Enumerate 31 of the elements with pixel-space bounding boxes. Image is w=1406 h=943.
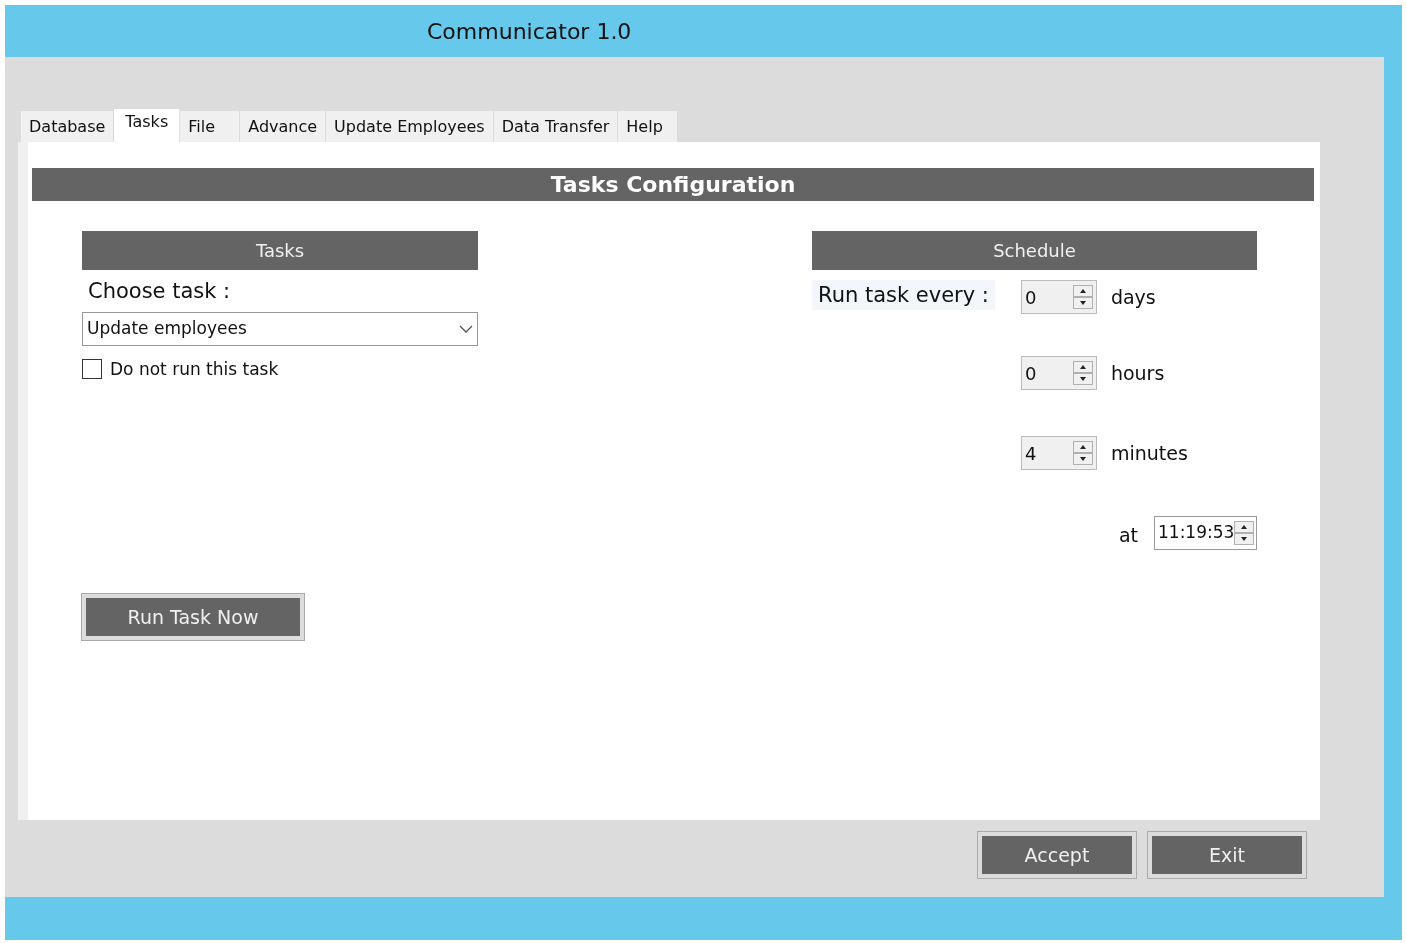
number-spinner[interactable]: 4	[1020, 436, 1097, 470]
tab[interactable]: Data Transfer	[493, 111, 619, 142]
tab[interactable]: File	[180, 111, 241, 142]
task-dropdown[interactable]: Update employees	[82, 311, 478, 346]
window-title: Communicator 1.0	[427, 17, 632, 46]
tab[interactable]: Update Employees	[326, 111, 494, 142]
tab[interactable]: Help	[618, 111, 679, 142]
time-spinner[interactable]: 11:19:53	[1154, 516, 1257, 550]
number-spinner[interactable]: 0	[1020, 356, 1097, 390]
run-task-now-button[interactable]: Run Task Now	[82, 594, 304, 640]
spin-buttons-icon[interactable]	[1234, 521, 1255, 545]
tab[interactable]: Advance	[240, 111, 327, 142]
unit-label: days	[1110, 284, 1156, 310]
unit-label: minutes	[1110, 440, 1188, 466]
spin-buttons-icon[interactable]	[1072, 361, 1093, 385]
section-header: Schedule	[812, 231, 1257, 270]
tab[interactable]: Tasks	[114, 109, 181, 142]
spin-buttons-icon[interactable]	[1072, 285, 1093, 309]
tab[interactable]: Database	[21, 111, 115, 142]
panel-title: Tasks Configuration	[550, 171, 796, 199]
chevron-down-icon	[459, 324, 473, 333]
section-header: Tasks	[82, 231, 478, 270]
field-label: Run task every :	[812, 280, 995, 310]
number-spinner[interactable]: 0	[1020, 280, 1097, 314]
unit-label: hours	[1110, 360, 1165, 386]
at-label: at	[1118, 522, 1138, 548]
field-label: Choose task :	[88, 278, 232, 305]
spin-buttons-icon[interactable]	[1072, 441, 1093, 465]
dialog-button[interactable]: Exit	[1148, 832, 1306, 878]
skip-checkbox[interactable]: Do not run this task	[82, 356, 478, 382]
dialog-button[interactable]: Accept	[978, 832, 1136, 878]
